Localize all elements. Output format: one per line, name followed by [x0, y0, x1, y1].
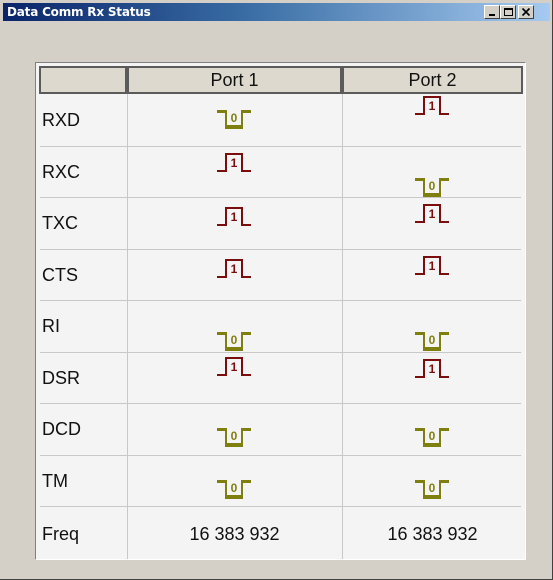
header-port-2: Port 2: [342, 66, 523, 94]
signal-rxd-port2-icon: 1: [415, 96, 449, 115]
row-divider: [40, 506, 521, 507]
status-table: Port 1 Port 2 RXD 0 1 RXC 1 0 TXC 1 1 CTS 1 1 RI 0 0 DS…: [35, 62, 526, 560]
window: Data Comm Rx Status Port 1 Port 2 RXD 0 1 R…: [0, 0, 553, 580]
signal-tm-port1-icon: 0: [217, 479, 251, 499]
signal-rxc-port1-icon: 1: [217, 152, 251, 172]
row-divider: [40, 454, 521, 456]
minimize-icon: [489, 14, 495, 16]
maximize-button[interactable]: [500, 5, 516, 19]
row-divider: [40, 248, 521, 250]
svg-text:1: 1: [231, 210, 238, 224]
row-label-rxc: RXC: [42, 161, 81, 182]
header-port-1: Port 1: [127, 66, 342, 94]
row-divider: [40, 197, 521, 198]
svg-text:1: 1: [429, 207, 436, 221]
svg-text:0: 0: [231, 111, 238, 125]
close-button[interactable]: [518, 5, 534, 19]
signal-ri-port1-icon: 0: [217, 332, 251, 351]
svg-text:0: 0: [429, 429, 436, 443]
svg-text:0: 0: [429, 333, 436, 347]
column-divider: [342, 94, 343, 559]
svg-text:1: 1: [231, 156, 238, 170]
maximize-icon: [504, 8, 513, 16]
svg-text:1: 1: [231, 360, 238, 374]
svg-text:0: 0: [231, 429, 238, 443]
row-divider: [40, 145, 521, 147]
signal-dsr-port2-icon: 1: [415, 358, 449, 378]
row-label-cts: CTS: [42, 264, 78, 285]
svg-text:0: 0: [429, 179, 436, 193]
row-label-freq: Freq: [42, 524, 80, 544]
row-divider: [40, 403, 521, 404]
signal-dcd-port1-icon: 0: [217, 428, 251, 447]
row-label-tm: TM: [42, 470, 68, 491]
header-blank: [39, 66, 127, 94]
row-divider: [40, 300, 521, 301]
signal-ri-port2-icon: 0: [415, 332, 449, 351]
signal-dsr-port1-icon: 1: [217, 356, 251, 376]
svg-text:0: 0: [231, 481, 238, 495]
signal-dcd-port2-icon: 0: [415, 428, 449, 447]
svg-text:1: 1: [429, 99, 436, 113]
row-divider: [40, 351, 521, 353]
close-icon: [521, 7, 531, 17]
signal-txc-port1-icon: 1: [217, 207, 251, 226]
freq-value-port-2: 16 383 932: [387, 524, 478, 544]
column-divider: [127, 94, 128, 559]
svg-text:1: 1: [429, 362, 436, 376]
window-title: Data Comm Rx Status: [7, 5, 151, 19]
signal-tm-port2-icon: 0: [415, 479, 449, 499]
svg-text:1: 1: [231, 262, 238, 276]
row-label-txc: TXC: [42, 213, 78, 233]
title-bar[interactable]: Data Comm Rx Status: [3, 3, 550, 21]
signal-txc-port2-icon: 1: [415, 204, 449, 223]
svg-text:0: 0: [231, 333, 238, 347]
svg-text:0: 0: [429, 481, 436, 495]
row-label-ri: RI: [42, 316, 60, 336]
freq-value-port-1: 16 383 932: [189, 524, 280, 544]
row-label-dcd: DCD: [42, 419, 81, 439]
row-label-dsr: DSR: [42, 367, 81, 388]
signal-cts-port1-icon: 1: [217, 258, 251, 278]
minimize-button[interactable]: [484, 5, 500, 19]
signal-rxc-port2-icon: 0: [415, 177, 449, 197]
row-label-rxd: RXD: [42, 110, 81, 130]
signal-rxd-port1-icon: 0: [217, 110, 251, 129]
svg-text:1: 1: [429, 259, 436, 273]
signal-cts-port2-icon: 1: [415, 255, 449, 275]
